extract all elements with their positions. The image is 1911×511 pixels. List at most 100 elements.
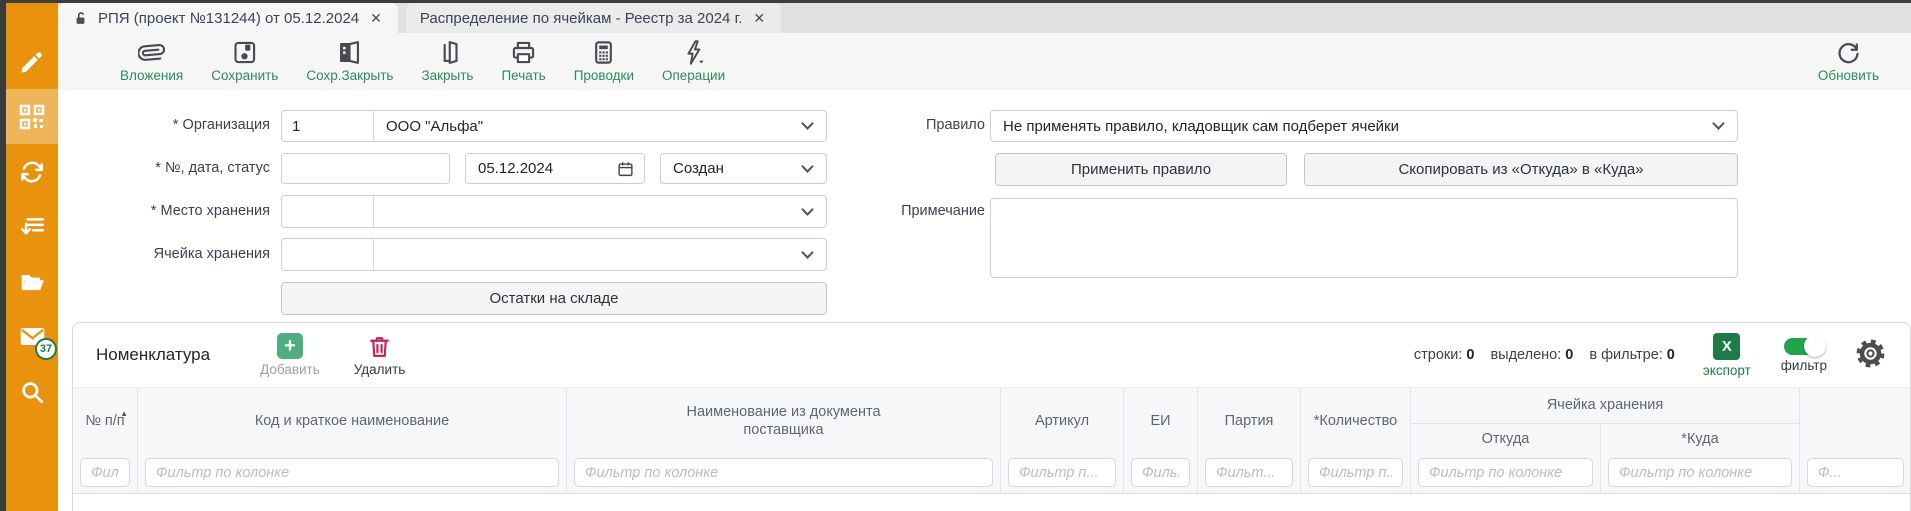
table-header: № п/п ▲ Код и краткое наименование Наиме… xyxy=(73,387,1910,494)
date-input[interactable]: 05.12.2024 xyxy=(465,153,645,184)
storage-place-code xyxy=(282,196,374,227)
toolbar-label: Сохр.Закрыть xyxy=(306,68,393,83)
filter-cell xyxy=(1411,455,1601,493)
chevron-down-icon xyxy=(801,207,814,216)
apply-rule-button[interactable]: Применить правило xyxy=(995,153,1287,186)
tab-title: Распределение по ячейкам - Реестр за 202… xyxy=(420,10,743,27)
search-icon xyxy=(19,379,45,405)
status-select[interactable]: Создан xyxy=(660,153,827,184)
calculator-icon xyxy=(590,39,617,66)
column-filter-input[interactable] xyxy=(1418,458,1593,487)
delete-row-button[interactable]: Удалить xyxy=(354,334,406,377)
filter-cell xyxy=(1800,455,1911,493)
sidebar-item-mail[interactable]: 37 xyxy=(6,309,58,364)
filter-cell xyxy=(138,455,567,493)
floppy-icon xyxy=(231,39,258,66)
column-filter-input[interactable] xyxy=(574,458,993,487)
toggle-knob xyxy=(1804,335,1826,357)
filter-toggle[interactable] xyxy=(1784,338,1824,355)
column-filter-input[interactable] xyxy=(80,458,130,487)
toolbar-label: Обновить xyxy=(1818,68,1879,83)
column-header-row-number[interactable]: № п/п ▲ xyxy=(73,388,138,455)
tab-document[interactable]: РПЯ (проект №131244) от 05.12.2024 ✕ xyxy=(58,3,398,33)
unread-count-badge: 37 xyxy=(35,338,57,360)
column-header-supplier-doc-name[interactable]: Наименование из документа поставщика xyxy=(567,388,1001,455)
column-header-to[interactable]: *Куда xyxy=(1601,424,1800,455)
rule-label: Правило xyxy=(830,117,985,133)
excel-export-button[interactable]: X экспорт xyxy=(1703,333,1751,378)
close-icon[interactable]: ✕ xyxy=(751,10,767,27)
save-button[interactable]: Сохранить xyxy=(201,33,288,83)
storage-cell-select[interactable] xyxy=(281,238,827,271)
sidebar-item-search[interactable] xyxy=(6,364,58,419)
tab-bar: РПЯ (проект №131244) от 05.12.2024 ✕ Рас… xyxy=(58,3,1911,33)
document-toolbar: Вложения Сохранить Сохр.Закрыть xyxy=(58,33,1911,90)
column-header-from[interactable]: Откуда xyxy=(1411,424,1601,455)
filter-toggle-block: фильтр xyxy=(1781,338,1827,373)
gear-icon xyxy=(1855,338,1886,369)
storage-place-label: * Место хранения xyxy=(70,203,270,219)
column-filter-input[interactable] xyxy=(1131,458,1190,487)
rule-select[interactable]: Не применять правило, кладовщик сам подб… xyxy=(990,110,1738,142)
tab-registry[interactable]: Распределение по ячейкам - Реестр за 202… xyxy=(406,3,781,33)
organization-select[interactable]: 1 ООО "Альфа" xyxy=(281,110,827,142)
storage-place-select[interactable] xyxy=(281,195,827,228)
table-settings-button[interactable] xyxy=(1855,338,1886,372)
column-header-code-name[interactable]: Код и краткое наименование xyxy=(138,388,567,455)
add-label: Добавить xyxy=(260,362,320,377)
document-number-input[interactable] xyxy=(281,153,450,184)
folder-icon xyxy=(19,269,45,295)
main-sidebar: 37 xyxy=(6,0,58,511)
storage-cell-label: Ячейка хранения xyxy=(70,246,270,262)
sidebar-item-files[interactable] xyxy=(6,254,58,309)
column-header-quantity[interactable]: *Количество xyxy=(1301,388,1411,455)
print-button[interactable]: Печать xyxy=(491,33,555,83)
document-form: * Организация * №, дата, статус * Место … xyxy=(58,90,1911,322)
column-filter-input[interactable] xyxy=(145,458,559,487)
sidebar-item-sync[interactable] xyxy=(6,144,58,199)
attachments-button[interactable]: Вложения xyxy=(110,33,193,83)
rule-value: Не применять правило, кладовщик сам подб… xyxy=(991,118,1737,135)
chevron-down-icon xyxy=(801,250,814,259)
close-icon[interactable]: ✕ xyxy=(368,10,384,27)
delete-label: Удалить xyxy=(354,362,406,377)
section-title: Номенклатура xyxy=(96,345,210,365)
sidebar-item-edit[interactable] xyxy=(6,34,58,89)
note-label: Примечание xyxy=(830,203,985,219)
operations-button[interactable]: Операции xyxy=(652,33,735,83)
add-row-button[interactable]: + Добавить xyxy=(260,333,320,377)
refresh-icon xyxy=(1835,39,1862,66)
filter-toggle-label: фильтр xyxy=(1781,358,1827,373)
column-filter-input[interactable] xyxy=(1807,458,1904,487)
sidebar-item-cells[interactable] xyxy=(6,89,58,144)
excel-icon: X xyxy=(1713,333,1740,360)
filter-cell xyxy=(1001,455,1124,493)
organization-code: 1 xyxy=(282,111,374,141)
organization-name: ООО "Альфа" xyxy=(374,118,826,135)
column-filter-input[interactable] xyxy=(1205,458,1293,487)
sync-icon xyxy=(19,159,45,185)
postings-button[interactable]: Проводки xyxy=(564,33,644,83)
close-button[interactable]: Закрыть xyxy=(411,33,483,83)
filter-cell xyxy=(1301,455,1411,493)
column-header-article[interactable]: Артикул xyxy=(1001,388,1124,455)
column-header-batch[interactable]: Партия xyxy=(1198,388,1301,455)
sidebar-item-import[interactable] xyxy=(6,199,58,254)
trash-icon xyxy=(367,334,392,359)
rows-count: строки:0 xyxy=(1414,347,1475,363)
column-filter-input[interactable] xyxy=(1308,458,1403,487)
column-filter-input[interactable] xyxy=(1608,458,1792,487)
note-textarea[interactable] xyxy=(990,198,1738,278)
door-icon xyxy=(434,39,461,66)
copy-from-to-button[interactable]: Скопировать из «Откуда» в «Куда» xyxy=(1304,153,1738,186)
filtered-count: в фильтре:0 xyxy=(1589,347,1675,363)
number-date-status-label: * №, дата, статус xyxy=(70,160,270,176)
printer-icon xyxy=(510,39,537,66)
column-header-unit[interactable]: ЕИ xyxy=(1124,388,1198,455)
refresh-button[interactable]: Обновить xyxy=(1808,33,1889,83)
column-filter-input[interactable] xyxy=(1008,458,1116,487)
warehouse-stock-button[interactable]: Остатки на складе xyxy=(281,282,827,315)
sort-asc-icon: ▲ xyxy=(120,409,128,419)
save-close-button[interactable]: Сохр.Закрыть xyxy=(296,33,403,83)
chevron-down-icon xyxy=(1712,122,1725,131)
